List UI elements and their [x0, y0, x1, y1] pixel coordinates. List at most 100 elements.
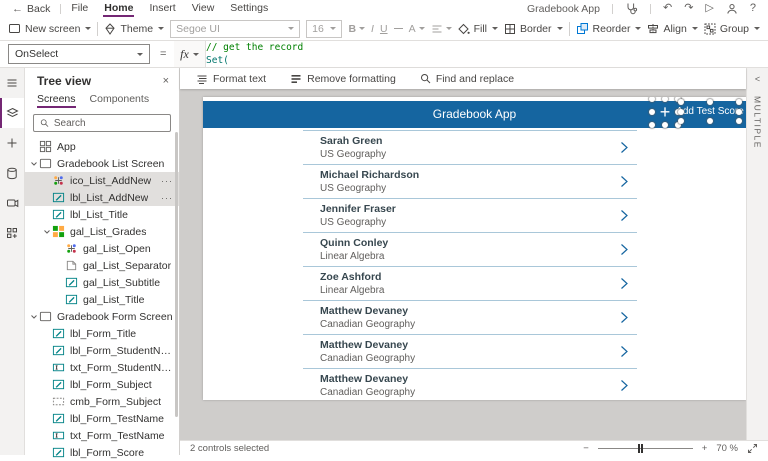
properties-panel-collapsed[interactable]: < MULTIPLE: [746, 68, 768, 440]
fill-button[interactable]: Fill: [458, 23, 498, 35]
app-checker-icon[interactable]: [625, 2, 638, 15]
help-icon[interactable]: ?: [750, 0, 756, 17]
formula-code[interactable]: // get the recordSet(: [206, 42, 303, 67]
gallery-item[interactable]: Matthew DevaneyCanadian Geography: [303, 301, 637, 335]
tree-item-gradebook list screen[interactable]: Gradebook List Screen: [25, 155, 179, 172]
tree-item-lbl_list_title[interactable]: lbl_List_Title: [25, 206, 179, 223]
rail-advanced-tools-button[interactable]: [0, 218, 24, 248]
tab-screens[interactable]: Screens: [37, 93, 76, 109]
reorder-button[interactable]: Reorder: [576, 22, 642, 35]
tree-item-gal_list_grades[interactable]: gal_List_Grades: [25, 223, 179, 240]
back-button[interactable]: ← Back: [12, 3, 50, 15]
selection-handle[interactable]: [678, 118, 684, 124]
item-chevron-right-icon[interactable]: [620, 175, 629, 188]
item-ellipsis-menu-button[interactable]: ···: [161, 193, 173, 203]
tree-scrollbar[interactable]: [175, 132, 178, 417]
app-canvas[interactable]: Gradebook App + Add Test Score Sarah Gre…: [203, 97, 746, 400]
tree-item-app[interactable]: App: [25, 138, 179, 155]
gallery-item[interactable]: Michael RichardsonUS Geography: [303, 165, 637, 199]
fx-button[interactable]: fx: [174, 41, 206, 67]
tree-item-lbl_form_score[interactable]: lbl_Form_Score: [25, 444, 179, 461]
chevron-left-icon[interactable]: <: [755, 74, 760, 84]
tree-item-ico_list_addnew[interactable]: ico_List_AddNew···: [25, 172, 179, 189]
gallery-item[interactable]: Matthew DevaneyCanadian Geography: [303, 335, 637, 369]
tree-item-txt_form_testname[interactable]: txt_Form_TestName: [25, 427, 179, 444]
selection-handle[interactable]: [649, 97, 655, 102]
zoom-slider-handle[interactable]: [638, 444, 643, 453]
menu-item-insert[interactable]: Insert: [149, 0, 175, 17]
remove-formatting-button[interactable]: Remove formatting: [290, 73, 396, 85]
selection-handle[interactable]: [707, 118, 713, 124]
tree-item-gradebook form screen[interactable]: Gradebook Form Screen: [25, 308, 179, 325]
tree-item-gal_list_title[interactable]: gal_List_Title: [25, 291, 179, 308]
zoom-slider[interactable]: [598, 448, 693, 449]
selection-handle[interactable]: [736, 118, 742, 124]
close-icon[interactable]: ×: [163, 75, 169, 87]
selection-handle[interactable]: [707, 99, 713, 105]
item-chevron-right-icon[interactable]: [620, 379, 629, 392]
tree-item-lbl_form_subject[interactable]: lbl_Form_Subject: [25, 376, 179, 393]
property-selector[interactable]: OnSelect: [8, 44, 150, 64]
selection-handle[interactable]: [736, 109, 742, 115]
selection-handle[interactable]: [736, 99, 742, 105]
fit-to-window-icon[interactable]: [747, 443, 758, 454]
redo-icon[interactable]: ↷: [684, 0, 693, 17]
add-test-score-label[interactable]: Add Test Score: [681, 102, 739, 121]
find-and-replace-button[interactable]: Find and replace: [420, 73, 514, 85]
selection-handle[interactable]: [649, 109, 655, 115]
tree-item-lbl_form_studentname[interactable]: lbl_Form_StudentName: [25, 342, 179, 359]
menu-item-view[interactable]: View: [192, 0, 215, 17]
underline-button[interactable]: U: [380, 23, 388, 35]
gallery-item[interactable]: Quinn ConleyLinear Algebra: [303, 233, 637, 267]
tree-item-lbl_form_title[interactable]: lbl_Form_Title: [25, 325, 179, 342]
menu-item-file[interactable]: File: [71, 0, 88, 17]
zoom-percent[interactable]: 70 %: [716, 443, 738, 454]
item-chevron-right-icon[interactable]: [620, 209, 629, 222]
theme-button[interactable]: Theme: [104, 23, 164, 35]
border-button[interactable]: Border: [504, 23, 563, 35]
item-chevron-right-icon[interactable]: [620, 277, 629, 290]
item-ellipsis-menu-button[interactable]: ···: [161, 176, 173, 186]
selection-handle[interactable]: [678, 99, 684, 105]
text-align-button[interactable]: [431, 23, 452, 35]
tree-item-txt_form_studentname[interactable]: txt_Form_StudentName: [25, 359, 179, 376]
tree-item-cmb_form_subject[interactable]: cmb_Form_Subject: [25, 393, 179, 410]
chevron-down-icon[interactable]: [42, 228, 52, 236]
chevron-down-icon[interactable]: [29, 160, 39, 168]
tab-components[interactable]: Components: [90, 93, 150, 109]
selection-handle[interactable]: [662, 122, 668, 128]
rail-tree-view-button[interactable]: [0, 98, 24, 128]
undo-icon[interactable]: ↶: [663, 0, 672, 17]
zoom-in-icon[interactable]: +: [702, 443, 708, 454]
gallery-item[interactable]: Matthew DevaneyCanadian Geography: [303, 369, 637, 400]
font-size-select[interactable]: 16: [306, 20, 342, 38]
rail-data-button[interactable]: [0, 158, 24, 188]
tree-item-gal_list_subtitle[interactable]: gal_List_Subtitle: [25, 274, 179, 291]
share-user-icon[interactable]: [726, 3, 738, 15]
tree-item-lbl_form_testname[interactable]: lbl_Form_TestName: [25, 410, 179, 427]
gallery-item[interactable]: Jennifer FraserUS Geography: [303, 199, 637, 233]
item-chevron-right-icon[interactable]: [620, 345, 629, 358]
font-name-select[interactable]: Segoe UI: [170, 20, 300, 38]
italic-button[interactable]: I: [371, 23, 374, 35]
rail-media-button[interactable]: [0, 188, 24, 218]
search-input[interactable]: [54, 118, 164, 129]
zoom-out-icon[interactable]: −: [583, 443, 589, 454]
new-screen-button[interactable]: New screen: [8, 22, 91, 35]
rail-insert-button[interactable]: [0, 128, 24, 158]
add-icon-control[interactable]: +: [652, 99, 678, 125]
strikethrough-button[interactable]: [394, 28, 403, 29]
gallery-item[interactable]: Zoe AshfordLinear Algebra: [303, 267, 637, 301]
tree-item-gal_list_open[interactable]: gal_List_Open: [25, 240, 179, 257]
hamburger-menu-button[interactable]: [0, 68, 24, 98]
font-color-button[interactable]: A: [409, 23, 425, 35]
menu-item-home[interactable]: Home: [104, 0, 133, 17]
selection-handle[interactable]: [678, 109, 684, 115]
selection-handle[interactable]: [649, 122, 655, 128]
tree-item-lbl_list_addnew[interactable]: lbl_List_AddNew···: [25, 189, 179, 206]
chevron-down-icon[interactable]: [29, 313, 39, 321]
tree-item-gal_list_separator[interactable]: gal_List_Separator: [25, 257, 179, 274]
group-button[interactable]: Group: [704, 23, 760, 35]
bold-button[interactable]: B: [348, 23, 365, 35]
gallery-item[interactable]: Sarah GreenUS Geography: [303, 131, 637, 165]
